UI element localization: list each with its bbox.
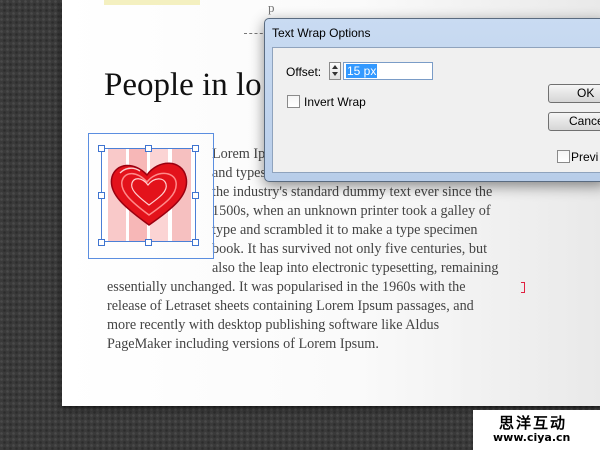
resize-handle-right[interactable] [192,192,199,199]
invert-wrap-label: Invert Wrap [304,95,366,109]
resize-handle-left[interactable] [98,192,105,199]
resize-handle-top-left[interactable] [98,145,105,152]
ok-button[interactable]: OK [548,84,600,103]
preview-label: Previ [571,150,599,164]
invert-wrap-checkbox[interactable] [287,95,300,108]
resize-handle-bottom[interactable] [145,239,152,246]
spinner-up-icon[interactable] [332,65,338,69]
placed-image[interactable] [101,148,196,242]
heart-image [102,149,195,241]
offset-spinner[interactable] [329,62,341,80]
dialog-body: Offset: 15 px Invert Wrap OK Cance Previ [272,47,600,173]
watermark-chinese: 思洋互动 [499,414,568,432]
text-cursor-marker [521,282,525,293]
resize-handle-bottom-left[interactable] [98,239,105,246]
resize-handle-bottom-right[interactable] [192,239,199,246]
watermark: 思洋互动 www.ciya.cn [473,410,600,450]
cancel-button[interactable]: Cance [548,112,600,131]
offset-label: Offset: [286,65,322,79]
resize-handle-top[interactable] [145,145,152,152]
ok-label: OK [577,86,595,100]
header-text: p [268,0,275,15]
text-wrap-options-dialog: Text Wrap Options Offset: 15 px Invert W… [264,18,600,182]
cancel-label: Cance [569,114,600,128]
offset-value: 15 px [346,64,378,78]
spinner-down-icon[interactable] [332,72,338,76]
dialog-title: Text Wrap Options [272,26,371,40]
offset-input[interactable]: 15 px [343,62,433,80]
highlight-tab [104,0,200,5]
watermark-url: www.ciya.cn [493,431,571,444]
resize-handle-top-right[interactable] [192,145,199,152]
preview-checkbox[interactable] [557,150,570,163]
